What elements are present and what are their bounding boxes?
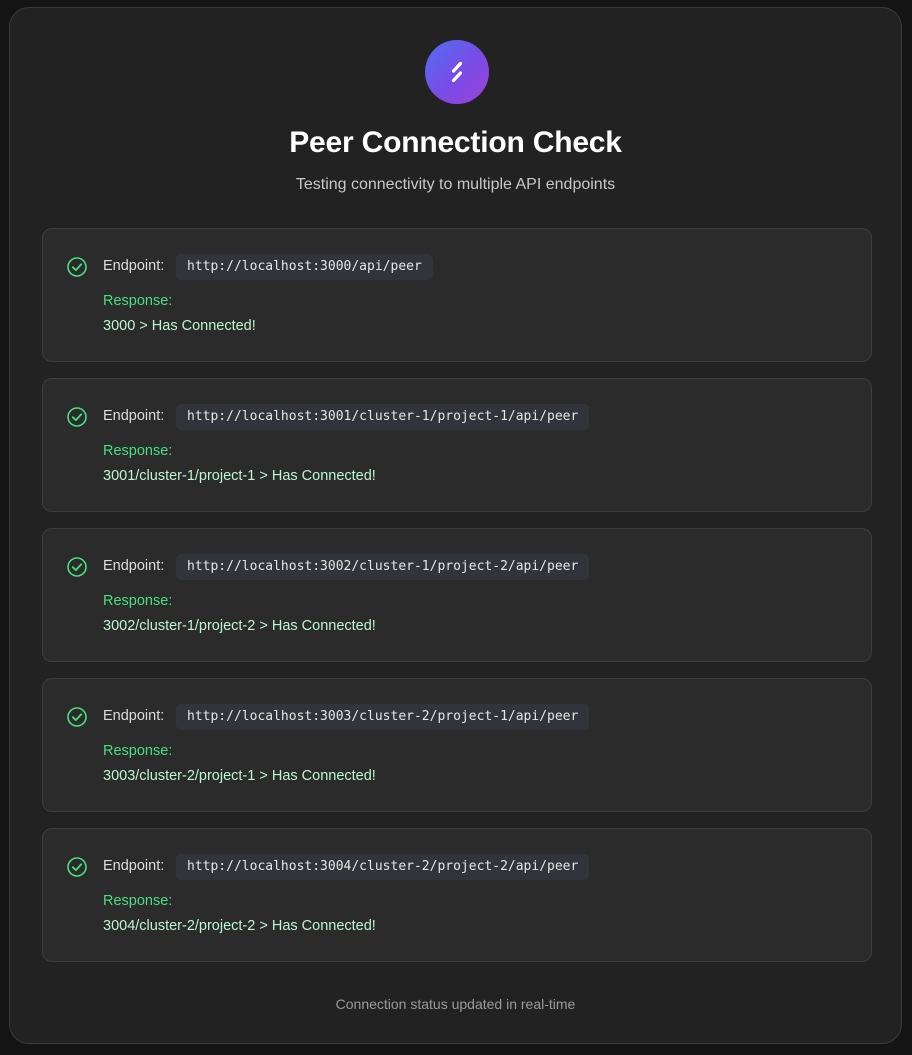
status-footer: Connection status updated in real-time	[335, 996, 576, 1012]
endpoint-label: Endpoint:	[103, 258, 165, 274]
endpoint-card: Endpoint: http://localhost:3001/cluster-…	[42, 378, 872, 512]
endpoint-card: Endpoint: http://localhost:3002/cluster-…	[42, 528, 872, 662]
check-circle-icon	[67, 407, 87, 427]
check-circle-icon	[67, 557, 87, 577]
endpoint-label: Endpoint:	[103, 858, 165, 874]
app-logo	[425, 40, 489, 104]
endpoint-label: Endpoint:	[103, 408, 165, 424]
response-label: Response:	[103, 443, 173, 459]
response-value: 3000 > Has Connected!	[103, 318, 256, 334]
check-circle-icon	[67, 257, 87, 277]
endpoint-url: http://localhost:3004/cluster-2/project-…	[176, 854, 590, 880]
response-value: 3002/cluster-1/project-2 > Has Connected…	[103, 618, 376, 634]
response-label: Response:	[103, 743, 173, 759]
link-slash-icon	[451, 61, 463, 83]
endpoint-card: Endpoint: http://localhost:3000/api/peer…	[42, 228, 872, 362]
endpoint-label: Endpoint:	[103, 558, 165, 574]
endpoint-label: Endpoint:	[103, 708, 165, 724]
response-label: Response:	[103, 293, 173, 309]
response-label: Response:	[103, 893, 173, 909]
endpoint-url: http://localhost:3003/cluster-2/project-…	[176, 704, 590, 730]
endpoint-url: http://localhost:3002/cluster-1/project-…	[176, 554, 590, 580]
page-title: Peer Connection Check	[289, 126, 622, 159]
connection-check-panel: Peer Connection Check Testing connectivi…	[9, 7, 902, 1044]
page-subtitle: Testing connectivity to multiple API end…	[295, 176, 616, 193]
check-circle-icon	[67, 707, 87, 727]
endpoint-card: Endpoint: http://localhost:3004/cluster-…	[42, 828, 872, 962]
endpoint-url: http://localhost:3000/api/peer	[176, 254, 433, 280]
check-circle-icon	[67, 857, 87, 877]
response-value: 3003/cluster-2/project-1 > Has Connected…	[103, 768, 376, 784]
endpoint-card: Endpoint: http://localhost:3003/cluster-…	[42, 678, 872, 812]
response-value: 3004/cluster-2/project-2 > Has Connected…	[103, 918, 376, 934]
response-value: 3001/cluster-1/project-1 > Has Connected…	[103, 468, 376, 484]
endpoint-url: http://localhost:3001/cluster-1/project-…	[176, 404, 590, 430]
response-label: Response:	[103, 593, 173, 609]
